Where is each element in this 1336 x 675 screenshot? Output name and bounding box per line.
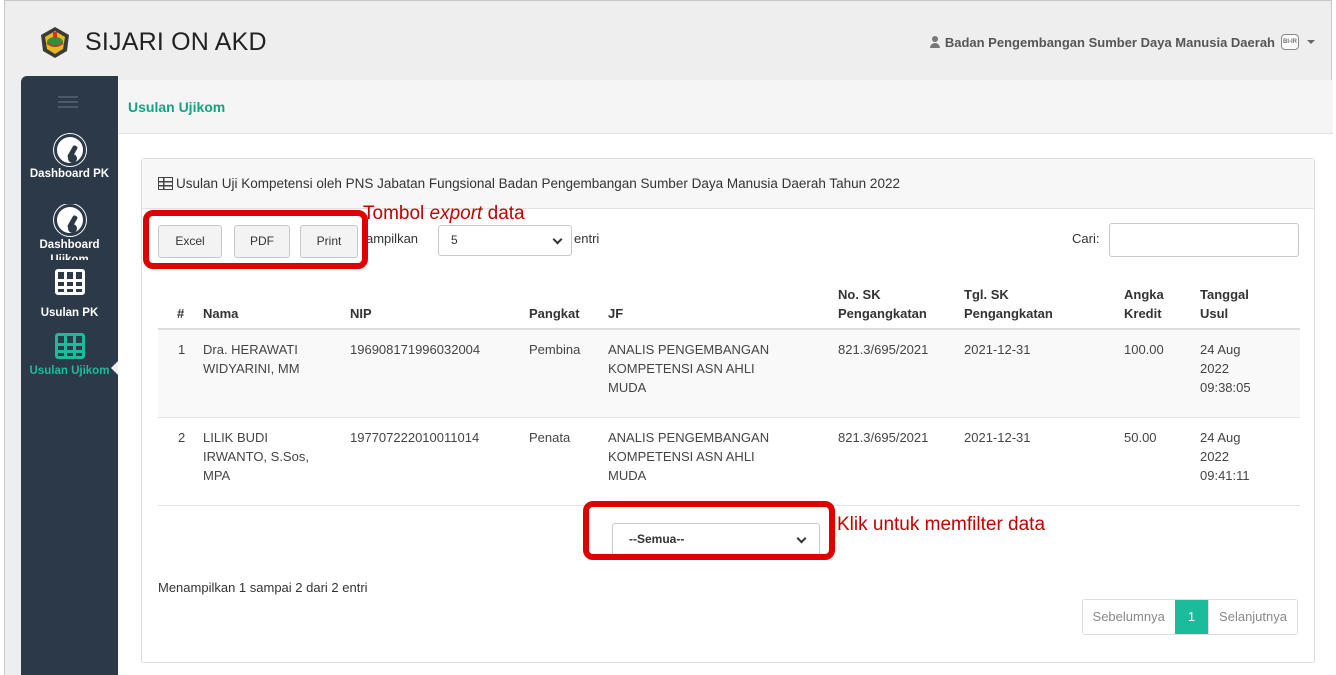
cell-no: 1 (178, 342, 186, 357)
cell-no: 2 (178, 430, 186, 445)
top-navbar: SIJARI ON AKD Badan Pengembangan Sumber … (5, 1, 1331, 77)
search-input[interactable] (1109, 223, 1299, 257)
cell-nip: 197707222010011014 (350, 430, 480, 445)
user-menu[interactable]: Badan Pengembangan Sumber Daya Manusia D… (929, 34, 1315, 50)
central-java-emblem-icon (35, 23, 75, 61)
cell-angka-kredit: 100.00 (1124, 342, 1164, 357)
filter-annotation-box (583, 501, 835, 560)
sidebar-item-usulan-ujikom[interactable]: Usulan Ujikom (21, 333, 118, 377)
length-suffix: entri (574, 231, 600, 246)
export-annotation-box (143, 210, 368, 269)
app-window: SIJARI ON AKD Badan Pengembangan Sumber … (4, 0, 1333, 675)
table-info: Menampilkan 1 sampai 2 dari 2 entri (158, 580, 368, 595)
avatar: BI-IR (1281, 34, 1299, 50)
brand[interactable]: SIJARI ON AKD (35, 23, 267, 61)
gauge-icon (53, 204, 86, 236)
cell-nama: Dra. HERAWATI WIDYARINI, MM (203, 342, 300, 376)
col-tgl-sk[interactable]: Tgl. SK Pengangkatan (964, 285, 1053, 323)
chevron-down-icon (552, 234, 563, 245)
search-label: Cari: (1072, 231, 1100, 246)
panel-title: Usulan Uji Kompetensi oleh PNS Jabatan F… (176, 176, 900, 191)
col-tanggal-usul[interactable]: Tanggal Usul (1200, 285, 1249, 323)
cell-jf: ANALIS PENGEMBANGAN KOMPETENSI ASN AHLI MU… (608, 342, 770, 395)
cell-no-sk: 821.3/695/2021 (838, 342, 929, 357)
cell-no-sk: 821.3/695/2021 (838, 430, 929, 445)
sidebar-item-dashboard-pk[interactable]: Dashboard PK (21, 134, 118, 180)
table-header: # Nama NIP Pangkat JF No. SK Pengangkatan… (158, 274, 1300, 330)
cell-tanggal-usul: 24 Aug 2022 09:41:11 (1200, 430, 1250, 483)
next-page-button[interactable]: Selanjutnya (1208, 600, 1297, 634)
col-nip[interactable]: NIP (350, 304, 372, 323)
user-name: Badan Pengembangan Sumber Daya Manusia D… (944, 34, 1275, 50)
user-icon (929, 36, 941, 48)
cell-nama: LILIK BUDI IRWANTO, S.Sos, MPA (203, 430, 309, 483)
cell-pangkat: Pembina (529, 342, 581, 357)
col-nama[interactable]: Nama (203, 304, 238, 323)
export-annotation-label: Tombol export data (363, 203, 525, 224)
table-icon (54, 269, 85, 295)
sidebar-item-label: Usulan PK (40, 307, 99, 319)
col-jf[interactable]: JF (608, 304, 623, 323)
col-angka-kredit[interactable]: Angka Kredit (1124, 285, 1164, 323)
prev-page-button[interactable]: Sebelumnya (1082, 600, 1175, 634)
filter-annotation-label: Klik untuk memfilter data (837, 514, 1046, 535)
data-table: # Nama NIP Pangkat JF No. SK Pengangkatan… (158, 274, 1300, 506)
table-row[interactable]: 1 Dra. HERAWATI WIDYARINI, MM 19690817199… (158, 330, 1300, 418)
cell-pangkat: Penata (529, 430, 571, 445)
sidebar-item-label: Dashboard Ujikom (39, 239, 100, 260)
cell-tgl-sk: 2021-12-31 (964, 342, 1031, 357)
table-row[interactable]: 2 LILIK BUDI IRWANTO, S.Sos, MPA 197707222… (158, 418, 1300, 506)
page-title: Usulan Ujikom (128, 99, 226, 115)
col-pangkat[interactable]: Pangkat (529, 304, 580, 323)
col-no[interactable]: # (177, 304, 184, 323)
page-1-button[interactable]: 1 (1174, 600, 1209, 634)
page-header: Usulan Ujikom (118, 80, 1333, 134)
cell-tgl-sk: 2021-12-31 (964, 430, 1031, 445)
page-length-select[interactable]: 5 (438, 225, 572, 256)
table-icon (54, 333, 85, 359)
sidebar-item-label: Dashboard PK (29, 168, 110, 180)
sidebar: Dashboard PK Dashboard Ujikom Usulan PK … (21, 76, 119, 675)
page-length-value: 5 (451, 233, 458, 247)
sidebar-item-usulan-pk[interactable]: Usulan PK (21, 269, 118, 319)
app-title: SIJARI ON AKD (85, 27, 267, 56)
cell-jf: ANALIS PENGEMBANGAN KOMPETENSI ASN AHLI MU… (608, 430, 770, 483)
sidebar-item-label: Usulan Ujikom (29, 365, 110, 377)
cell-tanggal-usul: 24 Aug 2022 09:38:05 (1200, 342, 1251, 395)
col-no-sk[interactable]: No. SK Pengangkatan (838, 285, 927, 323)
panel-heading: Usulan Uji Kompetensi oleh PNS Jabatan F… (142, 159, 1314, 209)
pagination: Sebelumnya 1 Selanjutnya (1081, 599, 1298, 635)
gauge-icon (53, 134, 86, 166)
caret-down-icon (1307, 40, 1315, 44)
hamburger-icon[interactable] (58, 96, 78, 110)
cell-angka-kredit: 50.00 (1124, 430, 1157, 445)
sidebar-item-dashboard-ujikom[interactable]: Dashboard Ujikom (21, 204, 118, 260)
table-icon (158, 177, 173, 190)
length-label: ampilkan (366, 231, 419, 246)
cell-nip: 196908171996032004 (350, 342, 481, 357)
